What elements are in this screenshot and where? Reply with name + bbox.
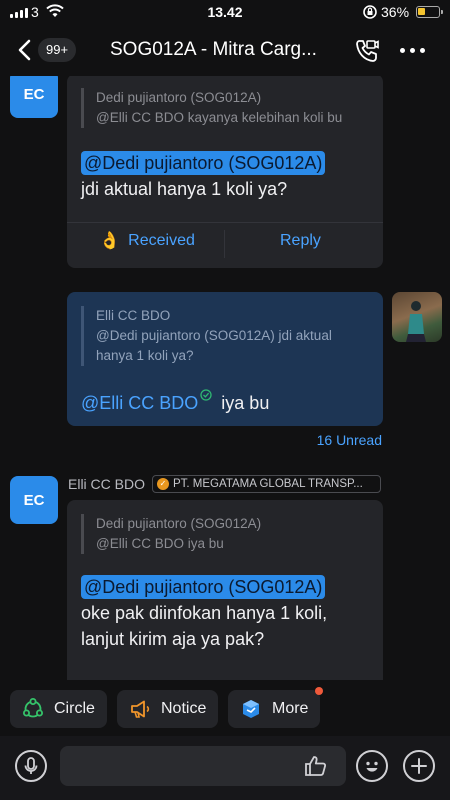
message-text: @Dedi pujiantoro (SOG012A) oke pak diinf… — [81, 574, 369, 652]
video-call-icon[interactable] — [354, 38, 380, 64]
composer — [0, 736, 450, 800]
circle-label: Circle — [54, 700, 95, 717]
chat-header: 99+ SOG012A - Mitra Carg... — [0, 26, 450, 76]
avatar[interactable]: EC — [10, 476, 58, 524]
circle-button[interactable]: Circle — [10, 690, 107, 728]
quote-author: Dedi pujiantoro (SOG012A) — [96, 516, 262, 531]
check-circle-icon — [200, 389, 212, 401]
message-bubble[interactable]: Dedi pujiantoro (SOG012A) @Elli CC BDO i… — [67, 500, 383, 680]
mention-chip[interactable]: @Dedi pujiantoro (SOG012A) — [81, 575, 326, 599]
microphone-icon[interactable] — [15, 750, 47, 782]
status-bar: 3 13.42 36% — [0, 0, 450, 26]
message-bubble[interactable]: Dedi pujiantoro (SOG012A) @Elli CC BDO k… — [67, 76, 383, 268]
quote-author: Elli CC BDO — [96, 308, 171, 323]
quote-text: @Elli CC BDO kayanya kelebihan koli bu — [96, 110, 343, 125]
message-body: oke pak diinfokan hanya 1 koli, — [81, 603, 328, 623]
plus-icon[interactable] — [403, 750, 435, 782]
message-list[interactable]: EC Dedi pujiantoro (SOG012A) @Elli CC BD… — [0, 76, 450, 680]
battery-percent: 36% — [381, 4, 410, 20]
unread-count-badge[interactable]: 99+ — [38, 38, 77, 62]
avatar[interactable]: EC — [10, 76, 58, 118]
thumbs-up-icon[interactable] — [303, 753, 329, 779]
quote-author: Dedi pujiantoro (SOG012A) — [96, 90, 262, 105]
mention-link[interactable]: @Elli CC BDO — [81, 393, 198, 413]
more-label: More — [272, 700, 309, 717]
avatar[interactable] — [392, 292, 442, 342]
more-dots-icon[interactable] — [400, 48, 425, 53]
back-chevron-icon[interactable] — [14, 38, 36, 62]
person-photo-icon — [406, 301, 426, 342]
received-button[interactable]: 👌 Received — [99, 231, 195, 251]
message-text: @Dedi pujiantoro (SOG012A) jdi aktual ha… — [81, 150, 369, 202]
sender-name[interactable]: Elli CC BDO — [68, 476, 145, 492]
cube-icon — [243, 700, 259, 718]
emoji-icon[interactable] — [356, 750, 388, 782]
battery-icon — [416, 6, 443, 18]
orientation-lock-icon — [363, 5, 377, 19]
organization-name: PT. MEGATAMA GLOBAL TRANSP... — [173, 478, 363, 490]
notification-dot — [315, 687, 324, 695]
more-button[interactable]: More — [228, 687, 324, 728]
notice-label: Notice — [161, 700, 207, 717]
verified-badge-icon: ✓ — [157, 478, 169, 490]
mention-chip[interactable]: @Dedi pujiantoro (SOG012A) — [81, 151, 326, 175]
chat-title[interactable]: SOG012A - Mitra Carg... — [110, 39, 345, 61]
unread-count[interactable]: 16 Unread — [317, 432, 382, 448]
message-text: @Elli CC BDO iya bu — [81, 389, 369, 416]
received-label: Received — [128, 232, 195, 249]
notice-button[interactable]: Notice — [117, 690, 219, 728]
reply-button[interactable]: Reply — [280, 232, 321, 250]
message-body: lanjut kirim aja ya pak? — [81, 629, 265, 649]
quoted-message[interactable]: Dedi pujiantoro (SOG012A) @Elli CC BDO i… — [81, 514, 371, 554]
quoted-message[interactable]: Dedi pujiantoro (SOG012A) @Elli CC BDO k… — [81, 88, 371, 128]
quote-text: @Elli CC BDO iya bu — [96, 536, 224, 551]
circle-icon — [23, 698, 43, 718]
divider — [224, 230, 225, 258]
quote-text: hanya 1 koli ya? — [96, 348, 194, 363]
divider — [67, 222, 383, 223]
quote-text: @Dedi pujiantoro (SOG012A) jdi aktual — [96, 328, 332, 343]
organization-tag[interactable]: ✓ PT. MEGATAMA GLOBAL TRANSP... — [152, 475, 381, 493]
quick-actions: Circle Notice More — [0, 687, 450, 736]
ok-hand-icon: 👌 — [99, 231, 121, 250]
my-message-bubble[interactable]: Elli CC BDO @Dedi pujiantoro (SOG012A) j… — [67, 292, 383, 426]
megaphone-icon — [131, 700, 150, 718]
message-body: jdi aktual hanya 1 koli ya? — [81, 179, 288, 199]
quoted-message[interactable]: Elli CC BDO @Dedi pujiantoro (SOG012A) j… — [81, 306, 371, 366]
message-body: iya bu — [221, 393, 270, 413]
